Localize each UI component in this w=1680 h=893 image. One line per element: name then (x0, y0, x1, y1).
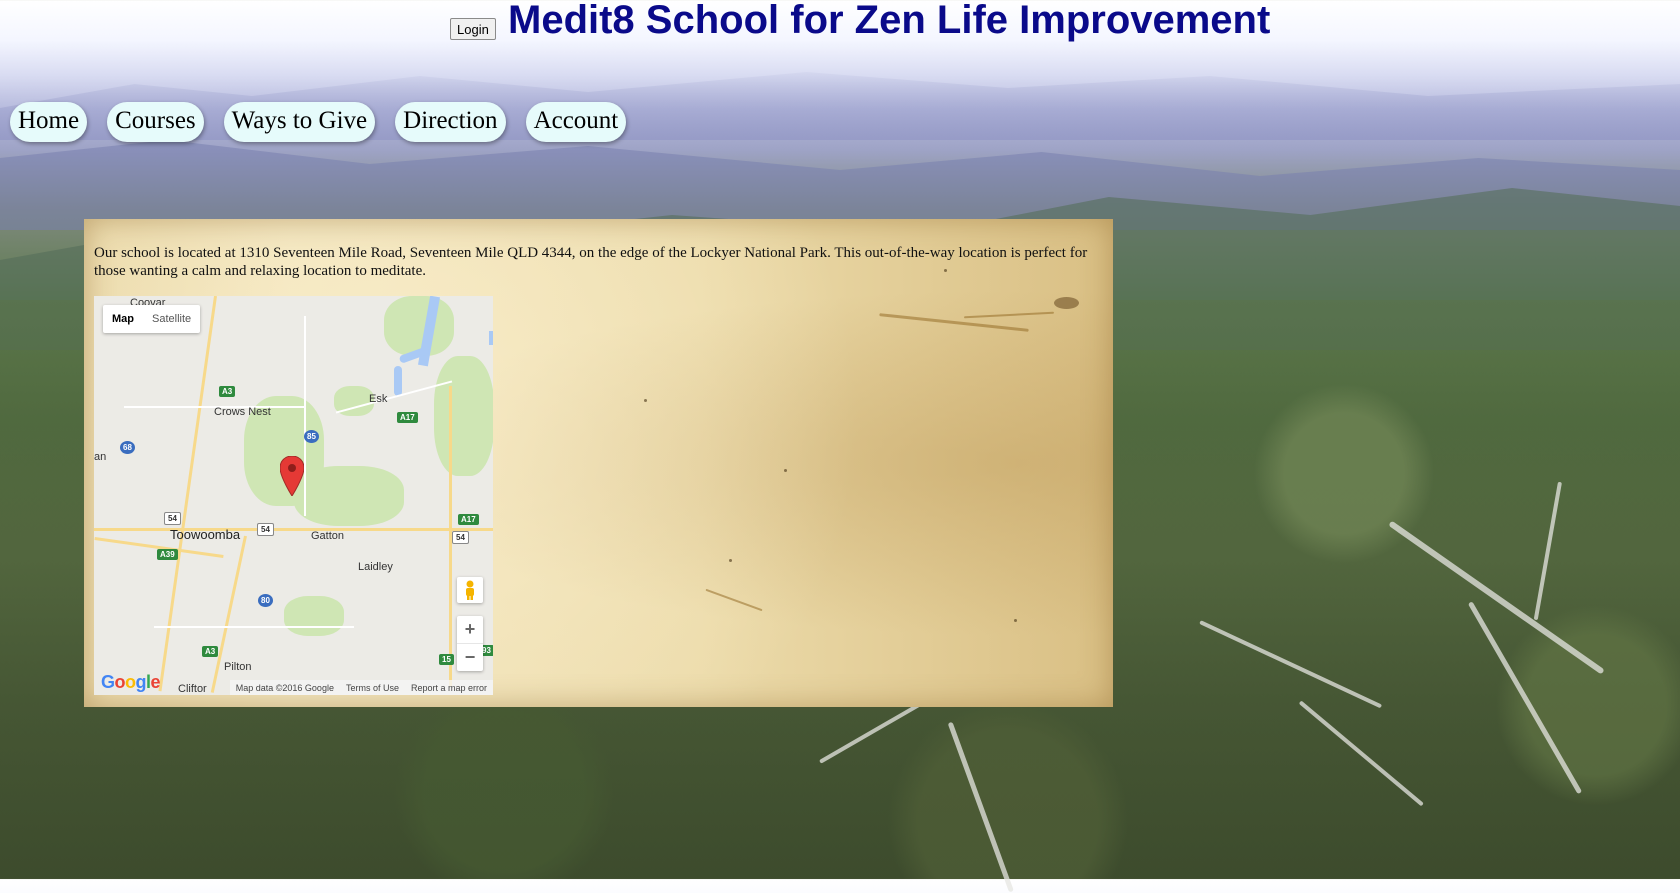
route-shield: A3 (219, 386, 236, 397)
map-highway (94, 528, 493, 531)
place-label: Toowoomba (170, 527, 241, 542)
map-park (284, 596, 344, 636)
paper-fiber (705, 588, 763, 612)
map-park (434, 356, 493, 476)
nav-direction[interactable]: Direction (395, 102, 506, 142)
map-park (294, 466, 404, 526)
place-label: Gatton (311, 530, 345, 542)
nav-home[interactable]: Home (10, 102, 88, 142)
report-map-error-link[interactable]: Report a map error (405, 683, 493, 693)
location-map[interactable]: Coovar Crows Nest Esk Toowoomba Gatton L… (94, 296, 493, 695)
site-header: Login Medit8 School for Zen Life Improve… (0, 0, 1680, 44)
map-water (489, 331, 493, 345)
route-shield: 54 (257, 523, 274, 536)
paper-speck (1014, 619, 1017, 622)
paper-fiber (964, 311, 1054, 319)
map-road (304, 316, 306, 516)
map-park (384, 296, 454, 356)
place-label: Crows Nest (214, 406, 271, 418)
map-type-map-button[interactable]: Map (103, 305, 143, 333)
map-footer: Map data ©2016 Google Terms of Use Repor… (229, 680, 493, 695)
main-nav: Home Courses Ways to Give Direction Acco… (10, 102, 646, 142)
map-type-control: Map Satellite (103, 305, 201, 333)
google-logo[interactable]: Google (101, 672, 161, 693)
route-shield: A17 (458, 514, 479, 525)
place-label: Laidley (358, 561, 393, 573)
paper-speck (729, 559, 732, 562)
map-type-satellite-button[interactable]: Satellite (143, 305, 200, 333)
paper-speck (784, 469, 787, 472)
nav-courses[interactable]: Courses (107, 102, 204, 142)
map-water (394, 366, 402, 396)
zoom-in-button[interactable]: + (457, 616, 483, 643)
route-shield: 85 (304, 430, 319, 443)
content-panel: Our school is located at 1310 Seventeen … (84, 219, 1113, 707)
location-description: Our school is located at 1310 Seventeen … (94, 245, 1088, 279)
route-shield: 80 (258, 594, 273, 607)
paper-fiber (1054, 297, 1079, 309)
nav-ways-to-give[interactable]: Ways to Give (223, 102, 376, 142)
place-label: an (94, 451, 107, 463)
route-shield: 68 (120, 441, 135, 454)
street-view-pegman-icon[interactable] (457, 577, 483, 603)
map-data-attribution: Map data ©2016 Google (235, 682, 334, 693)
paper-speck (644, 399, 647, 402)
map-road (154, 626, 354, 628)
site-title: Medit8 School for Zen Life Improvement (508, 0, 1271, 42)
route-shield: 54 (452, 531, 469, 544)
route-shield: A17 (397, 412, 418, 423)
zoom-out-button[interactable]: − (457, 643, 483, 671)
route-shield: 54 (164, 512, 181, 525)
place-label: Cliftor (178, 683, 207, 695)
route-shield: A3 (202, 646, 219, 657)
nav-account[interactable]: Account (525, 102, 627, 142)
terms-of-use-link[interactable]: Terms of Use (340, 683, 405, 693)
login-button[interactable]: Login (450, 18, 496, 40)
location-marker-icon[interactable] (280, 456, 304, 496)
map-highway (158, 296, 217, 692)
route-shield: A39 (157, 549, 178, 560)
place-label: Esk (369, 393, 388, 405)
route-shield: 15 (439, 654, 454, 665)
zoom-control: + − (457, 616, 483, 671)
place-label: Pilton (224, 661, 252, 673)
